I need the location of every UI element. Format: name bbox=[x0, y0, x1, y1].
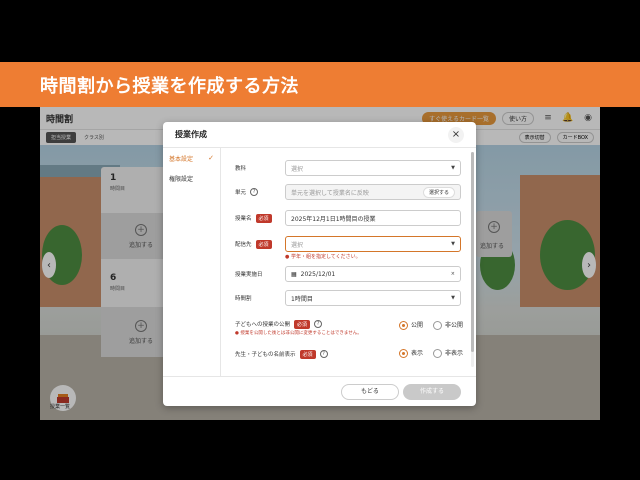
target-placeholder: 選択 bbox=[291, 241, 304, 249]
video-frame: 時間割から授業を作成する方法 時間割 すぐ使えるカード一覧 使い方 ≡ 🔔 ◉ … bbox=[0, 0, 640, 480]
publish-row: 子どもへの授業の公開 必須? ● 授業を公開した後とは非公開に変更することはできま… bbox=[235, 318, 465, 342]
subject-label: 教科 bbox=[235, 166, 247, 172]
dialog-sidebar: 基本設定 ✓ 権限設定 bbox=[163, 148, 221, 376]
name-display-option-hide[interactable]: 非表示 bbox=[432, 348, 463, 358]
scrollbar-thumb[interactable] bbox=[471, 152, 474, 352]
unit-field: 単元を選択して授業名に反映 選択する bbox=[285, 184, 461, 200]
target-label: 配信先 bbox=[235, 242, 252, 248]
target-select[interactable]: 選択 ▼ bbox=[285, 236, 461, 252]
caret-down-icon: ▼ bbox=[451, 241, 455, 247]
radio-icon bbox=[432, 321, 442, 330]
lesson-name-input[interactable]: 2025年12月1日1時間目の授業 bbox=[285, 210, 461, 226]
option-label: 公開 bbox=[410, 322, 423, 329]
clear-icon[interactable]: × bbox=[451, 271, 455, 277]
radio-icon bbox=[432, 349, 442, 358]
calendar-icon: ▦ bbox=[291, 270, 297, 278]
publish-label: 子どもへの授業の公開 bbox=[235, 322, 291, 328]
option-label: 非表示 bbox=[444, 350, 463, 357]
target-error-text: 学年・組を指定してください。 bbox=[290, 254, 361, 260]
option-label: 表示 bbox=[410, 350, 423, 357]
date-label: 授業実施日 bbox=[235, 272, 263, 278]
sidebar-item-permissions[interactable]: 権限設定 bbox=[163, 168, 220, 188]
back-button[interactable]: もどる bbox=[341, 384, 399, 400]
unit-label: 単元 bbox=[235, 190, 247, 196]
sidebar-item-label: 基本設定 bbox=[169, 155, 194, 163]
required-badge: 必須 bbox=[299, 349, 316, 359]
radio-checked-icon bbox=[398, 349, 408, 358]
required-badge: 必須 bbox=[255, 213, 272, 223]
period-select[interactable]: 1時間目 ▼ bbox=[285, 290, 461, 306]
create-button[interactable]: 作成する bbox=[403, 384, 461, 400]
check-icon: ✓ bbox=[208, 154, 214, 162]
caret-down-icon: ▼ bbox=[451, 165, 455, 171]
banner-title: 時間割から授業を作成する方法 bbox=[40, 75, 299, 97]
help-icon[interactable]: ? bbox=[319, 350, 328, 358]
period-label: 時間割 bbox=[235, 296, 252, 302]
unit-select-button[interactable]: 選択する bbox=[422, 186, 455, 198]
radio-checked-icon bbox=[398, 321, 408, 330]
name-label: 授業名 bbox=[235, 216, 252, 222]
publish-option-private[interactable]: 非公開 bbox=[432, 320, 463, 330]
mouse-cursor-icon: ➤ bbox=[166, 235, 174, 245]
create-lesson-dialog: 授業作成 × 基本設定 ✓ 権限設定 教科 選択 ▼ 単元? 単元を選択して授業… bbox=[163, 122, 476, 406]
caret-down-icon: ▼ bbox=[451, 295, 455, 301]
dialog-header: 授業作成 bbox=[163, 122, 476, 148]
close-icon[interactable]: × bbox=[448, 127, 464, 143]
help-icon[interactable]: ? bbox=[314, 320, 323, 328]
dialog-scrollbar[interactable] bbox=[471, 152, 474, 367]
dialog-form: 教科 選択 ▼ 単元? 単元を選択して授業名に反映 選択する 授業名 必須 202… bbox=[221, 148, 471, 376]
dialog-title: 授業作成 bbox=[175, 130, 207, 139]
publish-note: ● 授業を公開した後とは非公開に変更することはできません。 bbox=[235, 331, 362, 336]
sidebar-item-basic[interactable]: 基本設定 ✓ bbox=[163, 148, 220, 168]
dialog-footer: もどる 作成する bbox=[163, 376, 476, 406]
date-input[interactable]: ▦ 2025/12/01 × bbox=[285, 266, 461, 282]
period-value: 1時間目 bbox=[291, 295, 313, 303]
subject-placeholder: 選択 bbox=[291, 165, 304, 173]
required-badge: 必須 bbox=[294, 319, 311, 329]
help-icon[interactable]: ? bbox=[250, 188, 259, 196]
option-label: 非公開 bbox=[444, 322, 463, 329]
sidebar-item-label: 権限設定 bbox=[169, 175, 194, 183]
name-display-label: 先生・子どもの名前表示 bbox=[235, 352, 296, 358]
publish-note-text: 授業を公開した後とは非公開に変更することはできません。 bbox=[240, 331, 362, 336]
subject-select[interactable]: 選択 ▼ bbox=[285, 160, 461, 176]
name-display-option-show[interactable]: 表示 bbox=[398, 348, 423, 358]
unit-placeholder: 単元を選択して授業名に反映 bbox=[291, 189, 369, 197]
publish-option-public[interactable]: 公開 bbox=[398, 320, 423, 330]
date-value: 2025/12/01 bbox=[300, 270, 336, 278]
target-error: ● 学年・組を指定してください。 bbox=[285, 254, 361, 260]
title-banner: 時間割から授業を作成する方法 bbox=[0, 62, 640, 107]
name-display-radio-group: 表示 非表示 bbox=[398, 348, 463, 358]
publish-radio-group: 公開 非公開 bbox=[398, 320, 463, 330]
lesson-name-value: 2025年12月1日1時間目の授業 bbox=[291, 215, 376, 223]
required-badge: 必須 bbox=[255, 239, 272, 249]
